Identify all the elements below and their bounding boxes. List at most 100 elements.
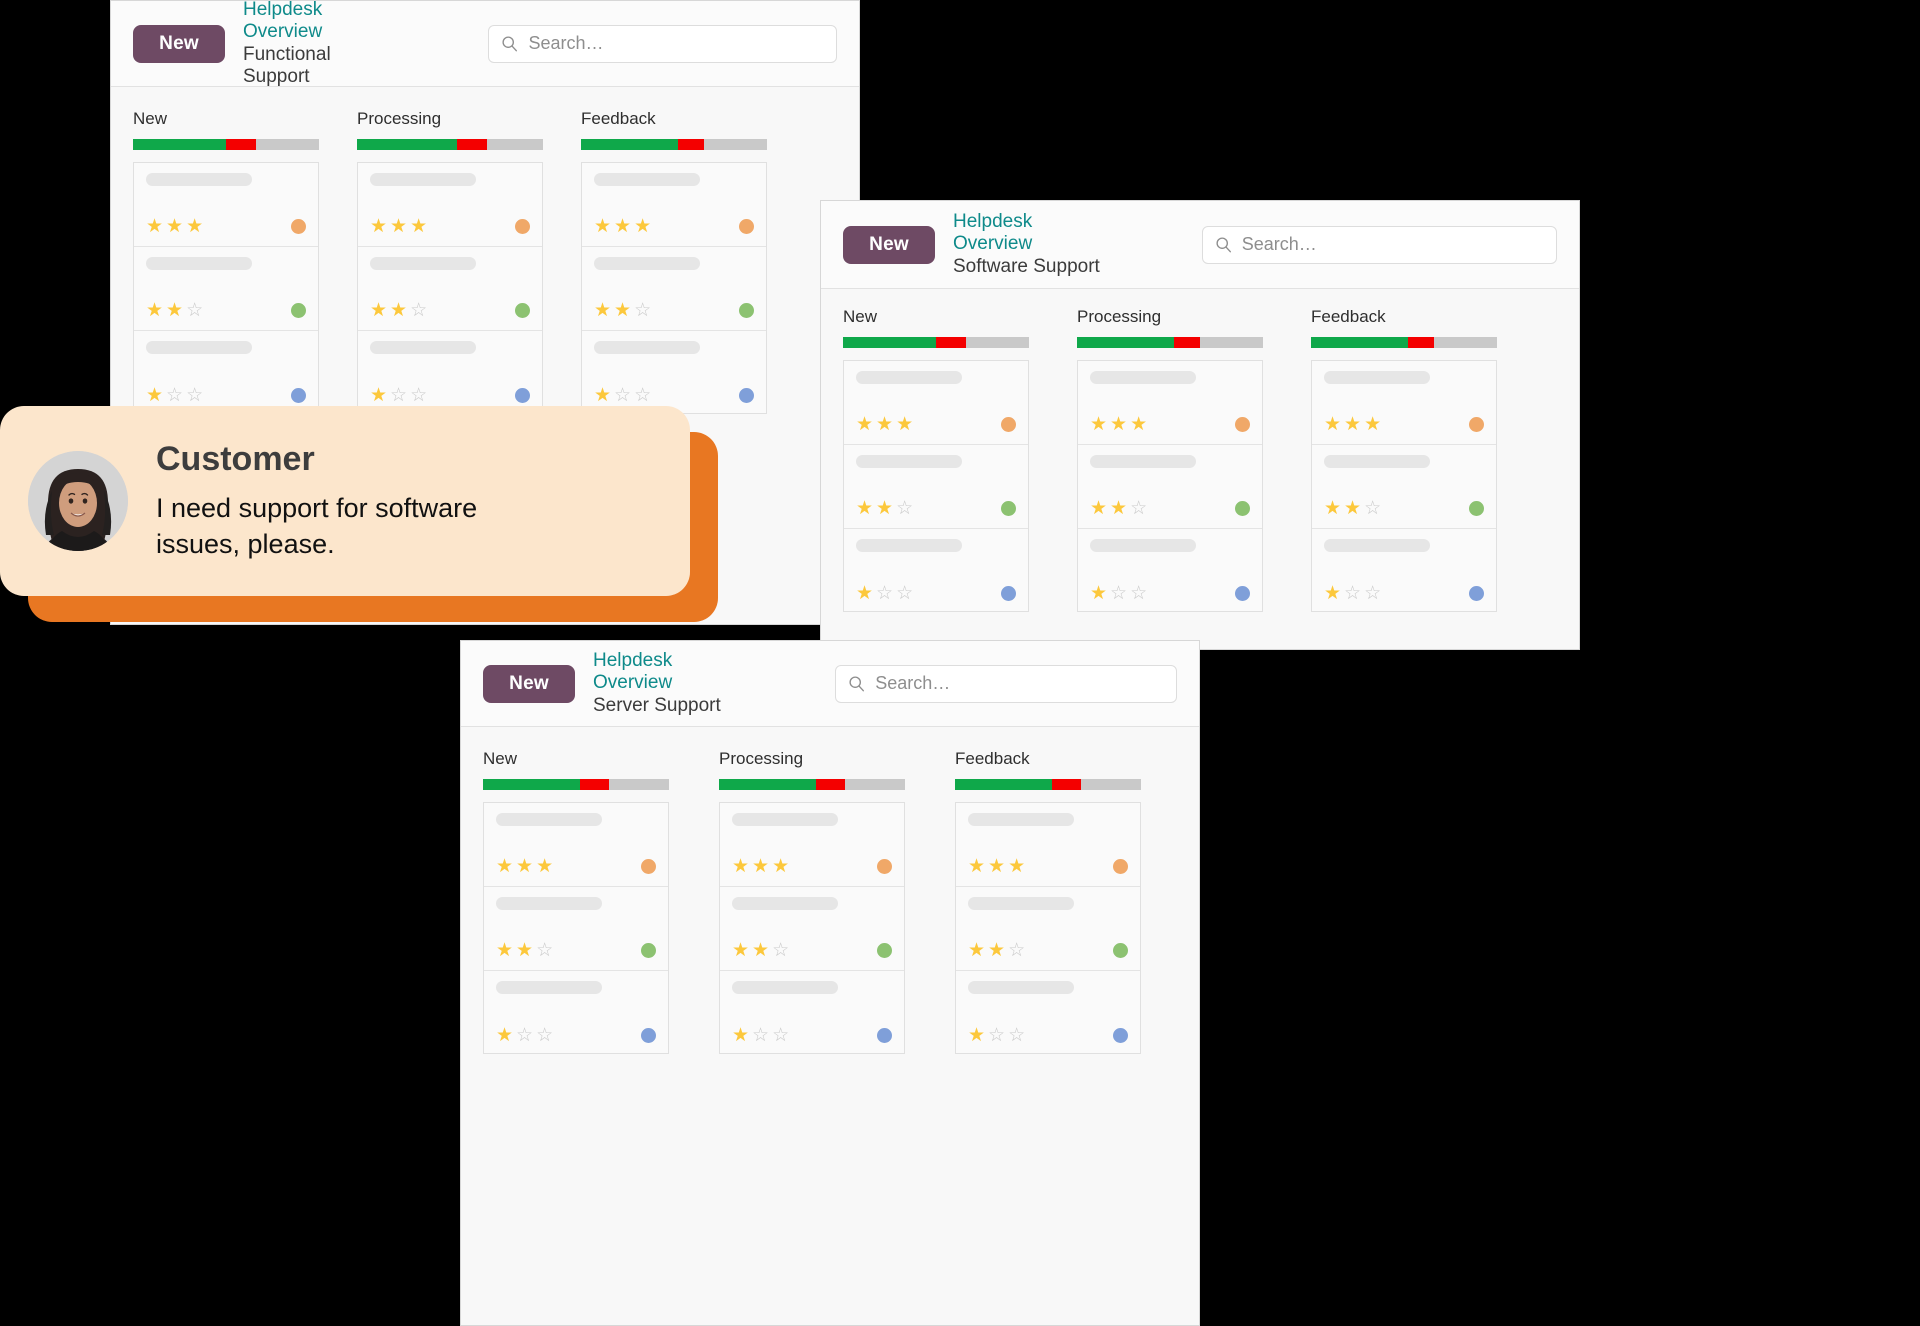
priority-dot[interactable] [515,388,530,403]
priority-dot[interactable] [291,219,306,234]
rating-stars[interactable]: ★ ☆☆ [496,1024,556,1047]
priority-dot[interactable] [1235,417,1250,432]
ticket-card[interactable]: ★★★ [134,163,318,247]
priority-dot[interactable] [641,943,656,958]
ticket-card[interactable]: ★★ ☆ [720,887,904,971]
ticket-card[interactable]: ★★★ [358,163,542,247]
rating-stars[interactable]: ★ ☆☆ [146,384,206,407]
card-footer: ★★★ [1312,413,1496,444]
ticket-card[interactable]: ★ ☆☆ [358,331,542,415]
rating-stars[interactable]: ★★★ [732,855,792,878]
skeleton-line [732,813,838,826]
skeleton-line [968,897,1074,910]
status-badge-new[interactable]: New [483,664,575,703]
ticket-card[interactable]: ★★★ [582,163,766,247]
search-input[interactable]: Search… [1201,225,1557,264]
speech-message: I need support for software issues, plea… [156,492,478,559]
rating-stars[interactable]: ★★★ [594,215,654,238]
priority-dot[interactable] [1001,586,1016,601]
ticket-card[interactable]: ★★ ☆ [134,247,318,331]
priority-dot[interactable] [1113,1028,1128,1043]
priority-dot[interactable] [739,388,754,403]
ticket-card[interactable]: ★ ☆☆ [134,331,318,415]
search-input[interactable]: Search… [835,664,1177,703]
rating-stars[interactable]: ★★★ [1324,413,1384,436]
rating-stars[interactable]: ★ ☆☆ [856,582,916,605]
priority-dot[interactable] [641,859,656,874]
rating-stars[interactable]: ★★★ [1090,413,1150,436]
rating-stars[interactable]: ★★ ☆ [1090,497,1150,520]
ticket-card[interactable]: ★ ☆☆ [956,971,1140,1055]
ticket-card[interactable]: ★★ ☆ [582,247,766,331]
ticket-card[interactable]: ★★ ☆ [1312,445,1496,529]
priority-dot[interactable] [291,388,306,403]
rating-stars[interactable]: ★ ☆☆ [594,384,654,407]
status-badge-new[interactable]: New [843,225,935,264]
ticket-card[interactable]: ★★★ [1078,361,1262,445]
kanban-column-new: New ★★★ ★★ ☆ ★ ☆☆ [843,307,1029,612]
rating-stars[interactable]: ★ ☆☆ [968,1024,1028,1047]
rating-stars[interactable]: ★★ ☆ [146,299,206,322]
rating-stars[interactable]: ★★ ☆ [594,299,654,322]
speech-bubble: Customer I need support for software iss… [0,406,690,596]
priority-dot[interactable] [515,219,530,234]
rating-stars[interactable]: ★★ ☆ [732,939,792,962]
priority-dot[interactable] [1469,586,1484,601]
card-footer: ★★★ [844,413,1028,444]
priority-dot[interactable] [877,943,892,958]
ticket-card[interactable]: ★★ ☆ [358,247,542,331]
rating-stars[interactable]: ★ ☆☆ [1324,582,1384,605]
rating-stars[interactable]: ★★ ☆ [370,299,430,322]
search-input[interactable]: Search… [488,24,837,63]
rating-stars[interactable]: ★★ ☆ [856,497,916,520]
priority-dot[interactable] [1469,501,1484,516]
ticket-card[interactable]: ★★★ [484,803,668,887]
priority-dot[interactable] [1001,501,1016,516]
status-badge-new[interactable]: New [133,24,225,63]
rating-stars[interactable]: ★★★ [146,215,206,238]
priority-dot[interactable] [291,303,306,318]
priority-dot[interactable] [1235,586,1250,601]
priority-dot[interactable] [1469,417,1484,432]
ticket-card[interactable]: ★ ☆☆ [484,971,668,1055]
ticket-card[interactable]: ★ ☆☆ [1078,529,1262,613]
ticket-card[interactable]: ★★ ☆ [844,445,1028,529]
window-header: New Helpdesk Overview Software Support S… [821,201,1579,289]
priority-dot[interactable] [739,303,754,318]
priority-dot[interactable] [515,303,530,318]
priority-dot[interactable] [641,1028,656,1043]
ticket-card[interactable]: ★★★ [720,803,904,887]
priority-dot[interactable] [1235,501,1250,516]
rating-stars[interactable]: ★★★ [496,855,556,878]
card-stack: ★★★ ★★ ☆ ★ ☆☆ [581,162,767,414]
column-title: Feedback [1311,307,1386,326]
ticket-card[interactable]: ★★★ [1312,361,1496,445]
priority-dot[interactable] [739,219,754,234]
column-progress-bar [1077,337,1263,348]
rating-stars[interactable]: ★★★ [968,855,1028,878]
rating-stars[interactable]: ★ ☆☆ [370,384,430,407]
priority-dot[interactable] [1113,859,1128,874]
rating-stars[interactable]: ★ ☆☆ [732,1024,792,1047]
rating-stars[interactable]: ★★★ [856,413,916,436]
ticket-card[interactable]: ★ ☆☆ [582,331,766,415]
card-footer: ★★ ☆ [134,299,318,330]
priority-dot[interactable] [877,859,892,874]
ticket-card[interactable]: ★ ☆☆ [844,529,1028,613]
ticket-card[interactable]: ★ ☆☆ [720,971,904,1055]
rating-stars[interactable]: ★★ ☆ [968,939,1028,962]
priority-dot[interactable] [1001,417,1016,432]
ticket-card[interactable]: ★★ ☆ [956,887,1140,971]
ticket-card[interactable]: ★ ☆☆ [1312,529,1496,613]
rating-stars[interactable]: ★★ ☆ [1324,497,1384,520]
priority-dot[interactable] [1113,943,1128,958]
rating-stars[interactable]: ★★★ [370,215,430,238]
ticket-card[interactable]: ★★ ☆ [484,887,668,971]
rating-stars[interactable]: ★★ ☆ [496,939,556,962]
priority-dot[interactable] [877,1028,892,1043]
ticket-card[interactable]: ★★ ☆ [1078,445,1262,529]
card-stack: ★★★ ★★ ☆ ★ ☆☆ [483,802,669,1054]
ticket-card[interactable]: ★★★ [956,803,1140,887]
ticket-card[interactable]: ★★★ [844,361,1028,445]
rating-stars[interactable]: ★ ☆☆ [1090,582,1150,605]
